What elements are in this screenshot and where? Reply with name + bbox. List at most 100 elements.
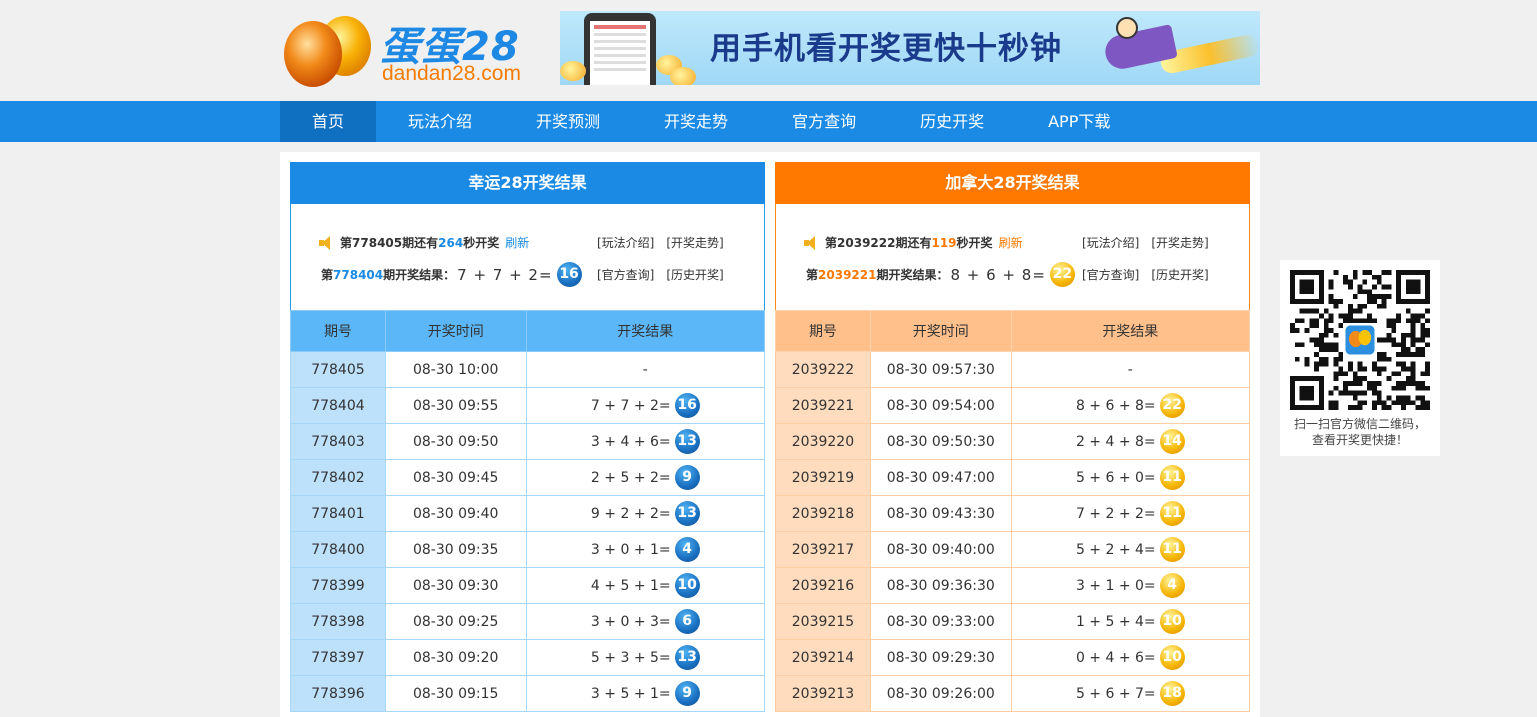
issue-cell: 2039216 <box>775 567 871 604</box>
time-cell: 08-30 09:25 <box>384 603 527 640</box>
col-issue: 期号 <box>775 310 871 352</box>
link-history[interactable]: [历史开奖] <box>1151 268 1208 282</box>
result-cell: 5 + 2 + 4= 11 <box>1010 531 1251 568</box>
result-formula: - <box>642 361 648 378</box>
nav-predict[interactable]: 开奖预测 <box>504 101 632 142</box>
nav-home[interactable]: 首页 <box>280 101 377 142</box>
panel-title: 幸运28开奖结果 <box>290 162 765 204</box>
time-cell: 08-30 09:45 <box>384 459 527 496</box>
table-row: 778401 08-30 09:40 9 + 2 + 2= 13 <box>290 495 766 532</box>
result-cell: 7 + 7 + 2= 16 <box>525 387 766 424</box>
issue-cell: 2039219 <box>775 459 871 496</box>
result-sum-ball: 10 <box>1159 609 1185 634</box>
issue-cell: 2039220 <box>775 423 871 460</box>
table-row: 2039213 08-30 09:26:00 5 + 6 + 7= 18 <box>775 675 1251 712</box>
countdown-seconds: 264 <box>438 235 464 250</box>
table-row: 778396 08-30 09:15 3 + 5 + 1= 9 <box>290 675 766 712</box>
time-cell: 08-30 09:40:00 <box>869 531 1012 568</box>
time-cell: 08-30 09:50:30 <box>869 423 1012 460</box>
link-official[interactable]: [官方查询] <box>1082 268 1139 282</box>
result-formula: 3 + 0 + 1= <box>590 541 671 558</box>
nav-rules[interactable]: 玩法介绍 <box>376 101 504 142</box>
result-cell: - <box>1010 351 1251 388</box>
link-trend[interactable]: [开奖走势] <box>1151 236 1208 250</box>
countdown-box: 第 778405 期还有 264 秒开奖 刷新 [玩法介绍] [开奖走势] 第 778404… <box>290 204 765 310</box>
countdown-suffix: 秒开奖 <box>956 236 993 250</box>
result-cell: 3 + 1 + 0= 4 <box>1010 567 1251 604</box>
issue-cell: 778397 <box>290 639 386 676</box>
nav-history[interactable]: 历史开奖 <box>888 101 1016 142</box>
time-cell: 08-30 09:43:30 <box>869 495 1012 532</box>
site-logo[interactable]: 蛋蛋28 dandan28.com <box>280 10 550 90</box>
issue-cell: 2039217 <box>775 531 871 568</box>
col-time: 开奖时间 <box>869 310 1012 352</box>
result-sum-ball: 10 <box>1159 645 1185 670</box>
table-row: 778404 08-30 09:55 7 + 7 + 2= 16 <box>290 387 766 424</box>
result-cell: 3 + 0 + 1= 4 <box>525 531 766 568</box>
nav-official[interactable]: 官方查询 <box>760 101 888 142</box>
last-prefix: 第 <box>321 268 334 282</box>
refresh-link[interactable]: 刷新 <box>999 234 1023 251</box>
result-sum-ball: 4 <box>1159 573 1185 598</box>
result-cell: 2 + 4 + 8= 14 <box>1010 423 1251 460</box>
result-sum-ball: 11 <box>1159 501 1185 526</box>
result-cell: 5 + 6 + 0= 11 <box>1010 459 1251 496</box>
issue-cell: 2039214 <box>775 639 871 676</box>
countdown-mid: 期还有 <box>402 236 439 250</box>
link-trend[interactable]: [开奖走势] <box>666 236 723 250</box>
qr-caption-line2: 查看开奖更快捷！ <box>1311 433 1408 447</box>
result-sum-ball: 11 <box>1159 465 1185 490</box>
link-official[interactable]: [官方查询] <box>597 268 654 282</box>
link-rules[interactable]: [玩法介绍] <box>1082 236 1139 250</box>
app-banner[interactable]: 用手机看开奖更快十秒钟 <box>560 11 1260 85</box>
result-cell: 3 + 5 + 1= 9 <box>525 675 766 712</box>
countdown-prefix: 第 <box>340 236 353 250</box>
phone-icon <box>584 13 656 85</box>
banner-text: 用手机看开奖更快十秒钟 <box>710 31 1062 67</box>
result-sum-ball: 16 <box>674 393 700 418</box>
issue-cell: 2039213 <box>775 675 871 712</box>
result-sum-ball: 11 <box>1159 537 1185 562</box>
time-cell: 08-30 09:50 <box>384 423 527 460</box>
table-row: 778402 08-30 09:45 2 + 5 + 2= 9 <box>290 459 766 496</box>
nav-app[interactable]: APP下载 <box>1016 101 1142 142</box>
result-formula: 3 + 1 + 0= <box>1075 577 1156 594</box>
speaker-icon[interactable] <box>804 235 822 250</box>
result-formula: 5 + 3 + 5= <box>590 649 671 666</box>
col-time: 开奖时间 <box>384 310 527 352</box>
refresh-link[interactable]: 刷新 <box>505 234 529 251</box>
result-sum-ball: 6 <box>674 609 700 634</box>
result-cell: 9 + 2 + 2= 13 <box>525 495 766 532</box>
next-issue: 2039222 <box>837 235 896 250</box>
table-row: 2039216 08-30 09:36:30 3 + 1 + 0= 4 <box>775 567 1251 604</box>
issue-cell: 2039215 <box>775 603 871 640</box>
result-formula: 5 + 2 + 4= <box>1075 541 1156 558</box>
issue-cell: 778396 <box>290 675 386 712</box>
countdown-box: 第 2039222 期还有 119 秒开奖 刷新 [玩法介绍] [开奖走势] 第 20392… <box>775 204 1250 310</box>
speaker-icon[interactable] <box>319 235 337 250</box>
result-formula: 2 + 4 + 8= <box>1075 433 1156 450</box>
result-formula: 3 + 0 + 3= <box>590 613 671 630</box>
time-cell: 08-30 09:57:30 <box>869 351 1012 388</box>
logo-url: dandan28.com <box>382 62 521 85</box>
result-cell: 3 + 4 + 6= 13 <box>525 423 766 460</box>
table-header-row: 期号 开奖时间 开奖结果 <box>290 310 766 352</box>
nav-trend[interactable]: 开奖走势 <box>632 101 760 142</box>
link-history[interactable]: [历史开奖] <box>666 268 723 282</box>
link-rules[interactable]: [玩法介绍] <box>597 236 654 250</box>
result-formula: 5 + 6 + 7= <box>1075 685 1156 702</box>
result-formula: 7 + 2 + 2= <box>1075 505 1156 522</box>
time-cell: 08-30 09:29:30 <box>869 639 1012 676</box>
canada28-results-table: 期号 开奖时间 开奖结果 2039222 08-30 09:57:30-20392… <box>775 310 1251 712</box>
last-suffix: 期开奖结果： <box>383 268 456 282</box>
result-cell: 0 + 4 + 6= 10 <box>1010 639 1251 676</box>
last-sum-ball: 16 <box>556 262 582 287</box>
result-cell: 5 + 6 + 7= 18 <box>1010 675 1251 712</box>
table-row: 2039215 08-30 09:33:00 1 + 5 + 4= 10 <box>775 603 1251 640</box>
result-formula: 5 + 6 + 0= <box>1075 469 1156 486</box>
canada28-panel: 加拿大28开奖结果 第 2039222 期还有 119 秒开奖 刷新 [玩法介绍] [开奖… <box>775 162 1251 717</box>
table-row: 2039219 08-30 09:47:00 5 + 6 + 0= 11 <box>775 459 1251 496</box>
countdown-seconds: 119 <box>931 235 957 250</box>
time-cell: 08-30 09:20 <box>384 639 527 676</box>
result-formula: 2 + 5 + 2= <box>590 469 671 486</box>
